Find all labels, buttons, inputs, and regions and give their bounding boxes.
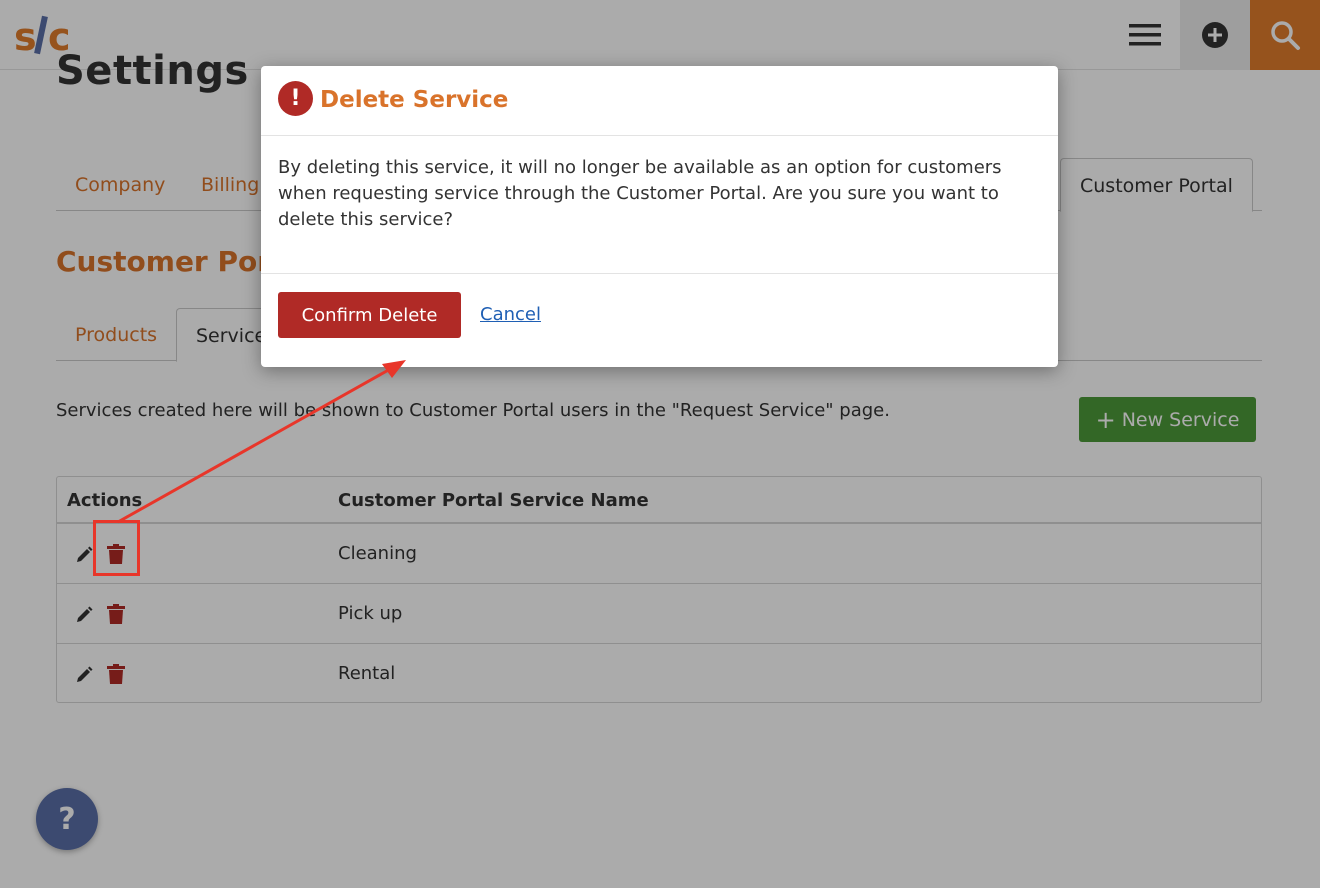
confirm-delete-button[interactable]: Confirm Delete — [278, 292, 461, 338]
exclamation-icon: ! — [278, 81, 313, 116]
highlight-box — [93, 520, 140, 576]
modal-footer: Confirm Delete Cancel — [261, 273, 1058, 367]
modal-message: By deleting this service, it will no lon… — [278, 157, 1002, 230]
modal-header: ! Delete Service — [261, 66, 1058, 136]
modal-title: Delete Service — [320, 87, 509, 113]
delete-service-modal: ! Delete Service By deleting this servic… — [261, 66, 1058, 367]
cancel-link[interactable]: Cancel — [480, 304, 541, 325]
